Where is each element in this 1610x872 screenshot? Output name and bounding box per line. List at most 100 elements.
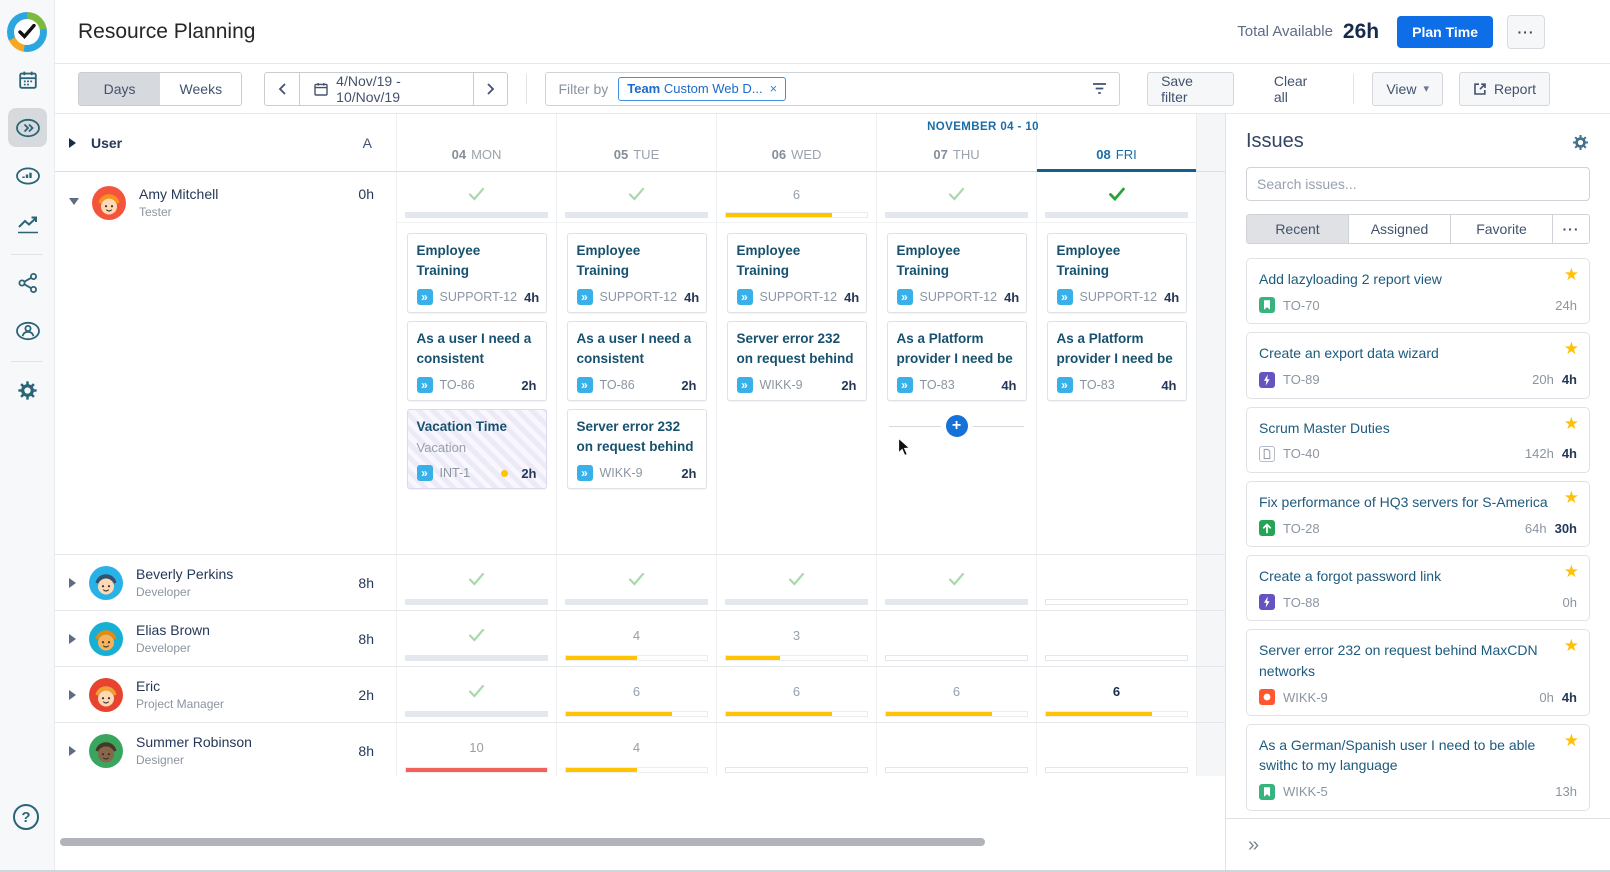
schedule-cell[interactable]: 4 xyxy=(556,723,716,776)
issue-card[interactable]: Server error 232 on request behind MaxCD… xyxy=(1246,629,1590,716)
schedule-cell[interactable]: 6 xyxy=(556,667,716,722)
date-range-button[interactable]: 4/Nov/19 - 10/Nov/19 xyxy=(300,73,473,105)
sidebar-item-planning[interactable] xyxy=(0,108,55,148)
schedule-cell[interactable] xyxy=(396,555,556,610)
schedule-cell[interactable]: Employee Training»SUPPORT-124hAs a Platf… xyxy=(1036,172,1196,554)
user-cell[interactable]: Summer RobinsonDesigner8h xyxy=(55,723,396,776)
expand-row-toggle[interactable] xyxy=(69,690,76,700)
task-card[interactable]: Server error 232 on request behind»WIKK-… xyxy=(567,409,707,489)
collapse-row-toggle[interactable] xyxy=(69,198,79,205)
task-card[interactable]: Employee Training»SUPPORT-124h xyxy=(887,233,1027,313)
add-booking-button[interactable]: + xyxy=(946,415,968,437)
schedule-cell[interactable] xyxy=(1036,723,1196,776)
task-card[interactable]: As a Platform provider I need be»TO-834h xyxy=(887,321,1027,401)
schedule-cell[interactable] xyxy=(716,723,876,776)
tab-recent[interactable]: Recent xyxy=(1247,215,1349,243)
day-header-mon[interactable]: 04MON xyxy=(396,114,556,171)
schedule-cell[interactable]: 6 xyxy=(876,667,1036,722)
sidebar-item-timeline[interactable] xyxy=(0,156,55,196)
schedule-cell[interactable] xyxy=(876,723,1036,776)
task-card[interactable]: As a user I need a consistent»TO-862h xyxy=(407,321,547,401)
task-card[interactable]: As a Platform provider I need be»TO-834h xyxy=(1047,321,1187,401)
expand-row-toggle[interactable] xyxy=(69,578,76,588)
schedule-cell[interactable] xyxy=(396,667,556,722)
weeks-toggle-button[interactable]: Weeks xyxy=(160,73,241,105)
issues-settings-button[interactable] xyxy=(1571,133,1590,152)
task-card[interactable]: As a user I need a consistent»TO-862h xyxy=(567,321,707,401)
chip-close-icon[interactable]: × xyxy=(770,81,778,96)
day-header-tue[interactable]: 05TUE xyxy=(556,114,716,171)
schedule-cell[interactable] xyxy=(396,611,556,666)
task-card[interactable]: Employee Training»SUPPORT-124h xyxy=(1047,233,1187,313)
filter-funnel-icon[interactable] xyxy=(1092,82,1107,95)
report-button[interactable]: Report xyxy=(1459,72,1550,106)
team-filter-chip[interactable]: Team Custom Web D... × xyxy=(618,77,786,101)
schedule-cell[interactable] xyxy=(1036,611,1196,666)
schedule-cell[interactable] xyxy=(556,555,716,610)
expand-row-toggle[interactable] xyxy=(69,634,76,644)
collapse-panel-button[interactable]: » xyxy=(1248,834,1259,857)
schedule-cell[interactable]: Employee Training»SUPPORT-124hAs a user … xyxy=(396,172,556,554)
task-card[interactable]: Server error 232 on request behind»WIKK-… xyxy=(727,321,867,401)
filter-input[interactable]: Filter by Team Custom Web D... × xyxy=(545,72,1120,106)
favorite-star-icon[interactable]: ★ xyxy=(1564,489,1579,506)
task-card[interactable]: Employee Training»SUPPORT-124h xyxy=(727,233,867,313)
tab-favorite[interactable]: Favorite xyxy=(1451,215,1553,243)
view-dropdown-button[interactable]: View▾ xyxy=(1372,72,1443,106)
user-cell[interactable]: Amy MitchellTester0h xyxy=(55,172,396,554)
tab-assigned[interactable]: Assigned xyxy=(1349,215,1451,243)
availability-column-header[interactable]: A xyxy=(363,135,372,151)
save-filter-button[interactable]: Save filter xyxy=(1147,72,1234,106)
search-issues-input[interactable] xyxy=(1246,167,1590,201)
schedule-cell[interactable]: Employee Training»SUPPORT-124hAs a user … xyxy=(556,172,716,554)
issue-card[interactable]: Create an export data wizard★TO-8920h4h xyxy=(1246,332,1590,398)
horizontal-scrollbar[interactable] xyxy=(60,838,985,846)
task-card[interactable]: Employee Training»SUPPORT-124h xyxy=(407,233,547,313)
clear-all-button[interactable]: Clear all xyxy=(1261,72,1336,106)
schedule-cell[interactable]: 6Employee Training»SUPPORT-124hServer er… xyxy=(716,172,876,554)
schedule-cell[interactable]: Employee Training»SUPPORT-124hAs a Platf… xyxy=(876,172,1036,554)
day-header-wed[interactable]: 06WED xyxy=(716,114,876,171)
schedule-cell[interactable] xyxy=(716,555,876,610)
sidebar-item-settings[interactable] xyxy=(0,370,55,410)
favorite-star-icon[interactable]: ★ xyxy=(1564,637,1579,654)
days-toggle-button[interactable]: Days xyxy=(79,73,160,105)
task-card[interactable]: Employee Training»SUPPORT-124h xyxy=(567,233,707,313)
sidebar-item-people[interactable] xyxy=(0,311,55,351)
schedule-cell[interactable]: 3 xyxy=(716,611,876,666)
favorite-star-icon[interactable]: ★ xyxy=(1564,340,1579,357)
issue-card[interactable]: Fix performance of HQ3 servers for S-Ame… xyxy=(1246,481,1590,547)
schedule-cell[interactable]: 6 xyxy=(716,667,876,722)
schedule-cell[interactable]: 10 xyxy=(396,723,556,776)
user-cell[interactable]: Elias BrownDeveloper8h xyxy=(55,611,396,666)
issue-card[interactable]: As a German/Spanish user I need to be ab… xyxy=(1246,724,1590,811)
vacation-card[interactable]: Vacation TimeVacation»INT-12h xyxy=(407,409,547,489)
next-week-button[interactable] xyxy=(473,73,508,105)
sidebar-item-share[interactable] xyxy=(0,263,55,303)
favorite-star-icon[interactable]: ★ xyxy=(1564,732,1579,749)
help-button[interactable]: ? xyxy=(13,804,39,830)
issue-card[interactable]: Create a forgot password link★TO-880h xyxy=(1246,555,1590,621)
favorite-star-icon[interactable]: ★ xyxy=(1564,563,1579,580)
schedule-cell[interactable] xyxy=(1036,555,1196,610)
sidebar-item-reports[interactable] xyxy=(0,204,55,244)
tabs-more-button[interactable]: ··· xyxy=(1553,215,1589,243)
plan-time-button[interactable]: Plan Time xyxy=(1397,16,1493,48)
expand-row-toggle[interactable] xyxy=(69,746,76,756)
user-cell[interactable]: EricProject Manager2h xyxy=(55,667,396,722)
header-more-button[interactable]: ··· xyxy=(1507,15,1545,49)
prev-week-button[interactable] xyxy=(265,73,300,105)
app-logo-icon[interactable] xyxy=(7,12,47,52)
schedule-cell[interactable]: 4 xyxy=(556,611,716,666)
day-header-fri[interactable]: 08FRI xyxy=(1036,114,1196,171)
favorite-star-icon[interactable]: ★ xyxy=(1564,266,1579,283)
schedule-cell[interactable]: 6 xyxy=(1036,667,1196,722)
favorite-star-icon[interactable]: ★ xyxy=(1564,415,1579,432)
collapse-all-toggle[interactable] xyxy=(69,138,76,148)
issue-card[interactable]: Scrum Master Duties★TO-40142h4h xyxy=(1246,407,1590,473)
issue-card[interactable]: Add lazyloading 2 report view★TO-7024h xyxy=(1246,258,1590,324)
user-cell[interactable]: Beverly PerkinsDeveloper8h xyxy=(55,555,396,610)
sidebar-item-calendar[interactable] xyxy=(0,60,55,100)
schedule-cell[interactable] xyxy=(876,555,1036,610)
schedule-cell[interactable] xyxy=(876,611,1036,666)
